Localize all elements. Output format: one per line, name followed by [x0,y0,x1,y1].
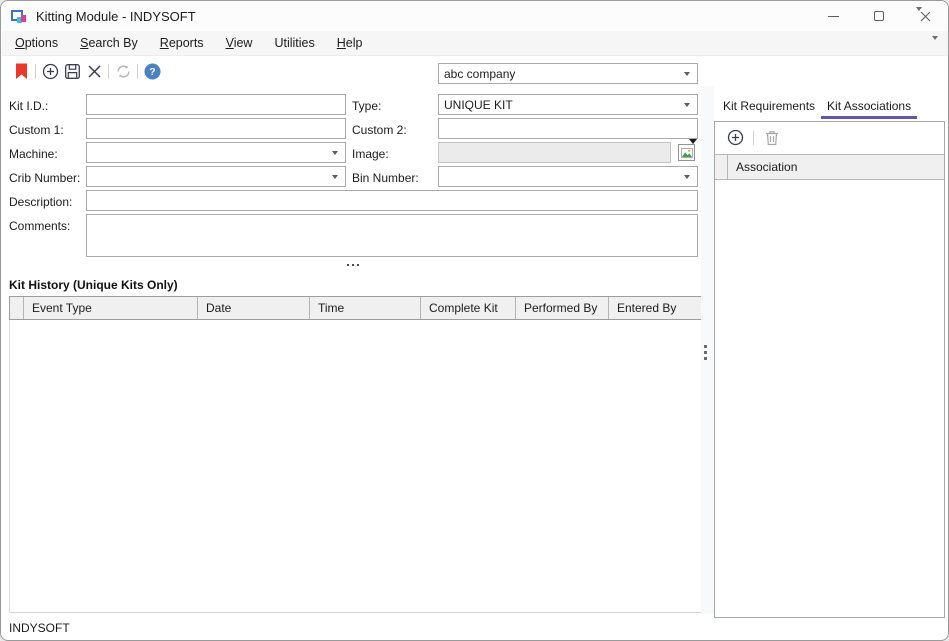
column-header-event-type[interactable]: Event Type [24,297,198,319]
custom1-input[interactable] [86,118,346,139]
toolbar-separator [137,64,138,79]
bin-number-label: Bin Number: [352,171,419,185]
titlebar: Kitting Module - INDYSOFT [1,1,948,31]
machine-combobox[interactable] [86,142,346,163]
custom2-input[interactable] [438,118,698,139]
minimize-button[interactable] [810,1,856,31]
tab-kit-requirements[interactable]: Kit Requirements [717,95,821,119]
column-header-performed-by[interactable]: Performed By [516,297,609,319]
right-panel-tabs: Kit Requirements Kit Associations [717,95,917,119]
app-window: Kitting Module - INDYSOFT Options Search… [0,0,949,641]
chevron-down-icon [684,175,690,179]
menu-reports[interactable]: Reports [149,31,215,55]
column-header-entered-by[interactable]: Entered By [609,297,701,319]
minimize-icon [828,16,839,17]
description-input[interactable] [86,190,698,211]
bin-number-combobox[interactable] [438,166,698,187]
associations-header-row: Association [715,154,944,180]
svg-text:?: ? [149,66,155,78]
delete-button[interactable] [83,59,105,83]
kit-id-label: Kit I.D.: [9,99,48,113]
add-association-button[interactable] [724,126,746,150]
toolbar-separator [753,131,754,145]
close-button[interactable] [902,1,948,31]
delete-association-button[interactable] [761,126,783,150]
bookmark-button[interactable] [10,59,32,83]
delete-x-icon [87,64,102,79]
window-title: Kitting Module - INDYSOFT [36,9,196,24]
comments-label: Comments: [9,219,70,233]
company-combobox[interactable]: abc company [438,63,698,84]
kit-associations-panel: Association [714,121,945,618]
image-input [438,142,671,163]
crib-number-combobox[interactable] [86,166,346,187]
type-combobox-value: UNIQUE KIT [444,98,513,112]
toolbar-separator [35,64,36,79]
menu-options[interactable]: Options [4,31,69,55]
bookmark-icon [15,63,28,80]
kit-history-title: Kit History (Unique Kits Only) [9,278,178,292]
custom2-label: Custom 2: [352,123,407,137]
chevron-down-icon [332,151,338,155]
type-label: Type: [352,99,381,113]
save-button[interactable] [61,59,83,83]
type-combobox[interactable]: UNIQUE KIT [438,94,698,115]
associations-toolbar [715,122,944,153]
add-circle-icon [42,63,59,80]
kit-history-grid-body[interactable] [9,320,702,613]
chevron-down-icon [684,72,690,76]
image-picker-dropdown-icon[interactable] [689,139,697,144]
help-icon: ? [144,63,161,80]
vertical-splitter[interactable] [701,86,714,614]
column-header-association[interactable]: Association [728,155,797,179]
add-circle-icon [727,129,744,146]
image-label: Image: [352,147,389,161]
save-icon [64,63,81,80]
comments-textarea[interactable] [86,214,698,257]
maximize-icon [874,11,884,21]
custom1-label: Custom 1: [9,123,64,137]
picture-icon [681,148,693,158]
trash-icon [765,130,779,146]
crib-number-label: Crib Number: [9,171,80,185]
menu-utilities[interactable]: Utilities [263,31,325,55]
refresh-button[interactable] [112,59,134,83]
add-button[interactable] [39,59,61,83]
kit-history-header-row: Event Type Date Time Complete Kit Perfor… [9,296,702,320]
row-selector-header [10,297,24,319]
machine-label: Machine: [9,147,58,161]
chevron-down-icon [684,103,690,107]
menu-help[interactable]: Help [326,31,374,55]
row-selector-header [715,155,728,179]
image-picker-button[interactable] [678,144,695,161]
menubar: Options Search By Reports View Utilities… [2,31,949,56]
menu-search-by[interactable]: Search By [69,31,149,55]
company-combobox-value: abc company [444,67,515,81]
app-icon [11,8,27,24]
vertical-splitter-handle[interactable] [704,345,707,360]
statusbar-text: INDYSOFT [9,621,70,635]
toolbar-overflow-chevron-icon[interactable] [916,11,925,25]
description-label: Description: [9,195,72,209]
menu-overflow-chevron-icon[interactable] [932,40,941,54]
toolbar-separator [108,64,109,79]
column-header-time[interactable]: Time [310,297,421,319]
help-button[interactable]: ? [141,59,163,83]
tab-kit-associations[interactable]: Kit Associations [821,95,917,119]
horizontal-splitter-handle[interactable] [347,264,359,266]
chevron-down-icon [332,175,338,179]
maximize-button[interactable] [856,1,902,31]
menu-view[interactable]: View [215,31,264,55]
column-header-complete-kit[interactable]: Complete Kit [421,297,516,319]
column-header-date[interactable]: Date [198,297,310,319]
refresh-icon [115,63,132,80]
kit-id-input[interactable] [86,94,346,115]
